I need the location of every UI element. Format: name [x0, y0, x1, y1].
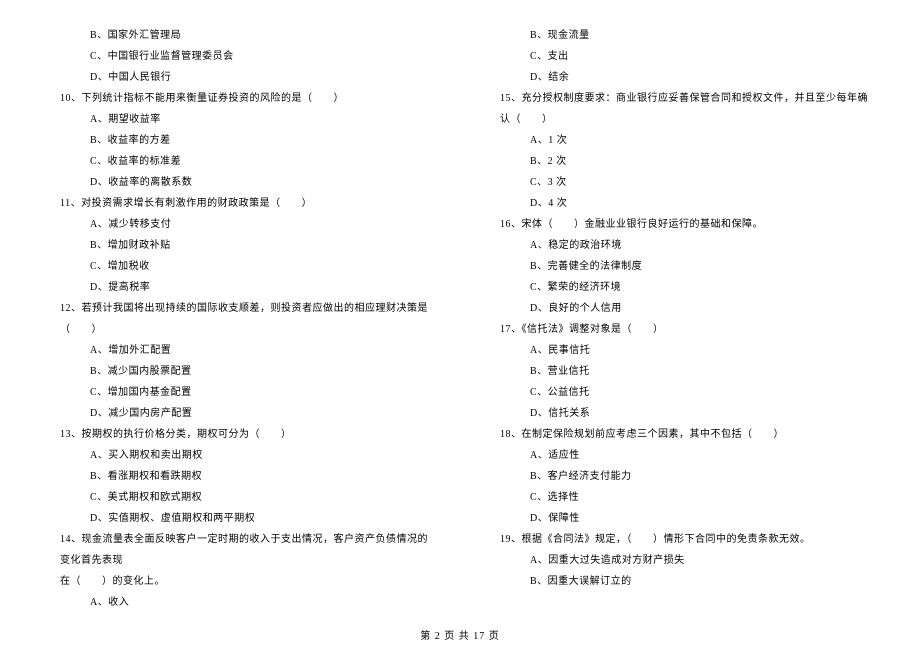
- option-item: A、适应性: [490, 445, 870, 466]
- option-item: D、提高税率: [50, 277, 430, 298]
- option-item: C、繁荣的经济环境: [490, 277, 870, 298]
- option-item: A、民事信托: [490, 340, 870, 361]
- option-item: C、选择性: [490, 487, 870, 508]
- option-item: B、完善健全的法律制度: [490, 256, 870, 277]
- option-item: A、因重大过失造成对方财产损失: [490, 550, 870, 571]
- option-item: B、客户经济支付能力: [490, 466, 870, 487]
- option-item: B、减少国内股票配置: [50, 361, 430, 382]
- option-item: A、买入期权和卖出期权: [50, 445, 430, 466]
- option-item: C、支出: [490, 46, 870, 67]
- option-item: D、信托关系: [490, 403, 870, 424]
- option-item: A、收入: [50, 592, 430, 613]
- option-item: A、1 次: [490, 130, 870, 151]
- option-item: D、结余: [490, 67, 870, 88]
- option-item: D、保障性: [490, 508, 870, 529]
- option-item: B、现金流量: [490, 25, 870, 46]
- option-item: D、4 次: [490, 193, 870, 214]
- question-stem: 17、《信托法》调整对象是（ ）: [490, 319, 870, 340]
- option-item: B、2 次: [490, 151, 870, 172]
- option-item: C、3 次: [490, 172, 870, 193]
- question-stem: 11、对投资需求增长有刺激作用的财政政策是（ ）: [50, 193, 430, 214]
- option-item: C、收益率的标准差: [50, 151, 430, 172]
- option-item: C、增加税收: [50, 256, 430, 277]
- question-stem: 19、根据《合同法》规定，（ ）情形下合同中的免责条款无效。: [490, 529, 870, 550]
- question-stem: 15、充分授权制度要求：商业银行应妥善保管合同和授权文件，并且至少每年确认（ ）: [490, 88, 870, 130]
- question-stem: 16、宋体（ ）金融业业银行良好运行的基础和保障。: [490, 214, 870, 235]
- page-footer: 第 2 页 共 17 页: [0, 627, 920, 642]
- question-stem: 13、按期权的执行价格分类，期权可分为（ ）: [50, 424, 430, 445]
- option-item: A、期望收益率: [50, 109, 430, 130]
- option-item: A、稳定的政治环境: [490, 235, 870, 256]
- left-column: B、国家外汇管理局 C、中国银行业监督管理委员会 D、中国人民银行 10、下列统…: [50, 25, 430, 613]
- option-item: C、中国银行业监督管理委员会: [50, 46, 430, 67]
- option-item: D、减少国内房产配置: [50, 403, 430, 424]
- option-item: B、营业信托: [490, 361, 870, 382]
- option-item: B、因重大误解订立的: [490, 571, 870, 592]
- option-item: B、国家外汇管理局: [50, 25, 430, 46]
- option-item: B、看涨期权和看跌期权: [50, 466, 430, 487]
- option-item: D、实值期权、虚值期权和两平期权: [50, 508, 430, 529]
- question-stem: 10、下列统计指标不能用来衡量证券投资的风险的是（ ）: [50, 88, 430, 109]
- option-item: B、收益率的方差: [50, 130, 430, 151]
- option-item: D、良好的个人信用: [490, 298, 870, 319]
- question-stem: 14、现金流量表全面反映客户一定时期的收入于支出情况，客户资产负债情况的变化首先…: [50, 529, 430, 571]
- question-stem: 18、在制定保险规划前应考虑三个因素，其中不包括（ ）: [490, 424, 870, 445]
- question-stem-cont: 在（ ）的变化上。: [50, 571, 430, 592]
- option-item: C、美式期权和欧式期权: [50, 487, 430, 508]
- option-item: A、减少转移支付: [50, 214, 430, 235]
- option-item: C、增加国内基金配置: [50, 382, 430, 403]
- option-item: C、公益信托: [490, 382, 870, 403]
- option-item: D、收益率的离散系数: [50, 172, 430, 193]
- option-item: B、增加财政补贴: [50, 235, 430, 256]
- right-column: B、现金流量 C、支出 D、结余 15、充分授权制度要求：商业银行应妥善保管合同…: [490, 25, 870, 613]
- option-item: A、增加外汇配置: [50, 340, 430, 361]
- question-stem: 12、若预计我国将出现持续的国际收支顺差，则投资者应做出的相应理财决策是（ ）: [50, 298, 430, 340]
- option-item: D、中国人民银行: [50, 67, 430, 88]
